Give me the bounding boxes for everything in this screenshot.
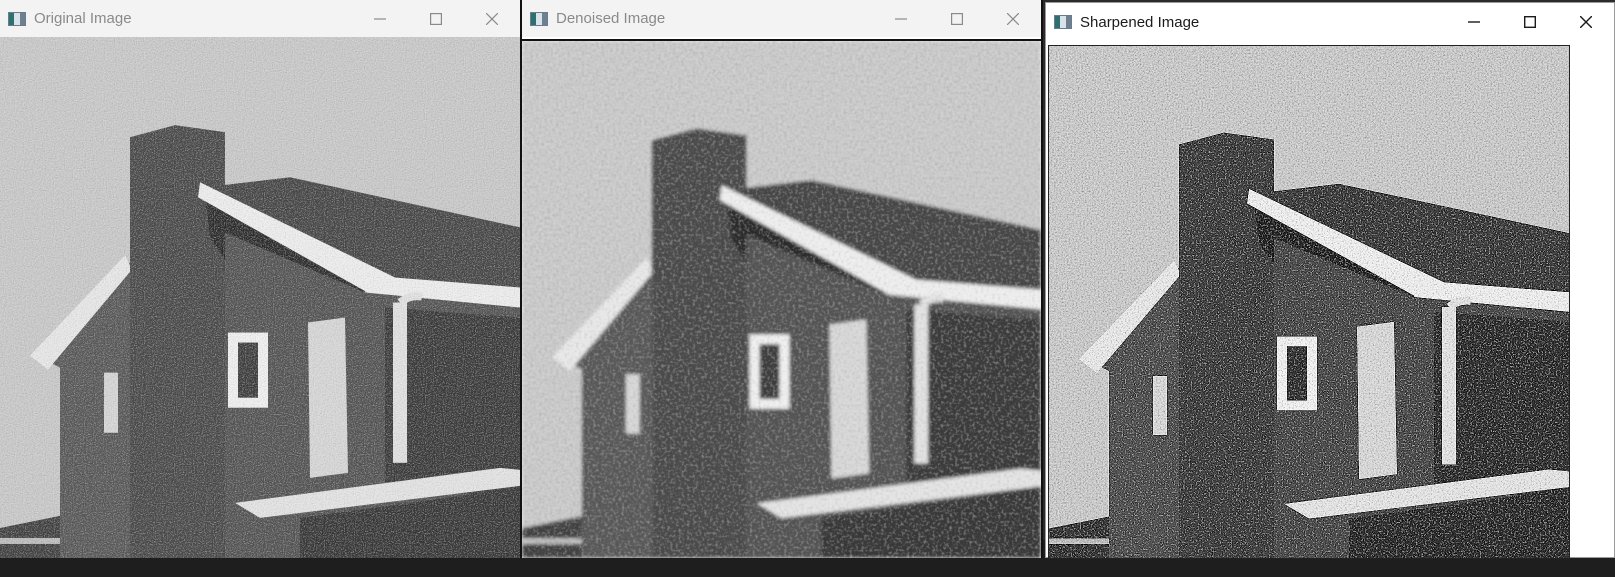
sharpened-image-titlebar[interactable]: Sharpened Image [1046,3,1614,41]
window-title: Denoised Image [556,10,666,27]
denoised-image-window[interactable]: Denoised Image [520,0,1043,558]
minimize-button[interactable] [1446,3,1502,41]
original-image-titlebar[interactable]: Original Image [0,0,520,37]
maximize-icon [430,12,442,25]
sharpened-image-canvas [1048,45,1570,559]
app-icon [530,11,548,26]
sharpened-image-window[interactable]: Sharpened Image [1045,2,1615,559]
maximize-button[interactable] [1502,3,1558,41]
window-title: Sharpened Image [1080,13,1200,31]
app-icon [1054,15,1072,29]
window-title: Original Image [34,10,132,27]
app-icon [8,11,26,26]
maximize-icon [1524,16,1536,28]
minimize-icon [374,17,386,20]
minimize-button[interactable] [352,0,408,37]
denoised-image-titlebar[interactable]: Denoised Image [522,0,1041,37]
minimize-button[interactable] [873,0,929,37]
sharpened-house-image [1049,46,1569,558]
close-button[interactable] [1558,3,1614,41]
maximize-button[interactable] [929,0,985,37]
denoised-house-image [522,41,1041,558]
denoised-image-canvas [522,39,1041,558]
original-image-window[interactable]: Original Image [0,0,520,558]
close-icon [1007,12,1019,25]
original-image-canvas [0,37,520,558]
close-icon [486,12,498,25]
maximize-button[interactable] [408,0,464,37]
maximize-icon [951,12,963,25]
close-button[interactable] [985,0,1041,37]
minimize-icon [895,17,907,20]
noisy-house-image [0,37,520,558]
close-icon [1580,16,1592,28]
minimize-icon [1468,21,1480,23]
close-button[interactable] [464,0,520,37]
